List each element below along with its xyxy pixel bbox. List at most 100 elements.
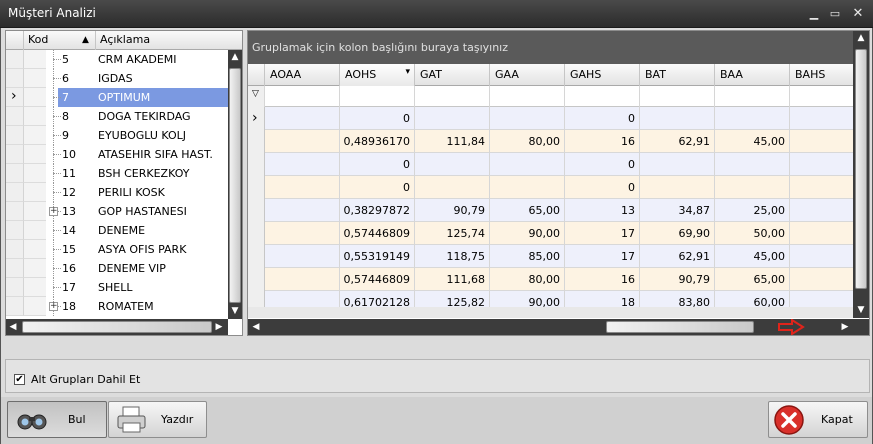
grid-cell[interactable]: 45,00 [715,130,790,153]
grid-cell[interactable]: 50,00 [715,222,790,245]
grid-cell[interactable]: 62,91 [640,130,715,153]
grid-cell[interactable] [265,176,340,199]
grid-cell[interactable]: 0,38297872 [340,199,415,222]
filter-cell[interactable] [340,86,415,107]
tree-hscroll-thumb[interactable] [22,321,212,333]
grid-cell[interactable] [265,130,340,153]
grid-col-header[interactable]: BAT [640,64,715,86]
tree-row[interactable]: 6 IGDAS [6,69,228,88]
filter-cell[interactable] [415,86,490,107]
grid-cell[interactable] [790,130,855,153]
grid-cell[interactable]: 0,48936170 [340,130,415,153]
tree-row[interactable]: 13 GOP HASTANESI + [6,202,228,221]
grid-cell[interactable]: 17 [565,245,640,268]
grid-cell[interactable] [790,153,855,176]
tree-row[interactable]: 5 CRM AKADEMI [6,50,228,69]
grid-cell[interactable]: 118,75 [415,245,490,268]
grid-cell[interactable]: 125,74 [415,222,490,245]
find-button[interactable]: Bul [7,401,107,438]
grid-cell[interactable] [265,199,340,222]
column-filter-icon[interactable]: ▾ [405,61,410,83]
grid-col-header[interactable]: AOAA [265,64,340,86]
scroll-up-icon[interactable]: ▲ [228,52,242,62]
grid-cell[interactable]: 0 [340,107,415,130]
grid-cell[interactable]: 65,00 [715,268,790,291]
grid-row[interactable]: › 0 0 [248,107,855,130]
filter-row[interactable]: ▽ [248,86,855,107]
grid-cell[interactable]: 0,57446809 [340,268,415,291]
grid-cell[interactable] [790,176,855,199]
tree-row[interactable]: 15 ASYA OFIS PARK [6,240,228,259]
grid-cell[interactable] [415,176,490,199]
filter-cell[interactable] [265,86,340,107]
tree-vertical-scrollbar[interactable]: ▲ ▼ [228,50,242,319]
expand-icon[interactable]: + [49,302,58,311]
tree-row[interactable]: 17 SHELL [6,278,228,297]
grid-cell[interactable]: 111,84 [415,130,490,153]
scroll-right-icon[interactable]: ▶ [214,322,224,332]
close-button[interactable]: Kapat [768,401,868,438]
group-panel[interactable]: Gruplamak için kolon başlığını buraya ta… [248,31,853,64]
grid-cell[interactable] [265,153,340,176]
grid-col-header[interactable]: BAHS [790,64,855,86]
include-subgroups-checkbox[interactable]: ✔ [14,374,25,385]
grid-row[interactable]: 0,57446809 111,68 80,00 16 90,79 65,00 [248,268,855,291]
grid-cell[interactable]: 0 [565,153,640,176]
tree-row[interactable]: 12 PERILI KOSK [6,183,228,202]
minimize-button[interactable]: ▁ [808,8,820,20]
grid-horizontal-scrollbar[interactable]: ◀ ▶ [248,319,869,335]
grid-cell[interactable] [790,107,855,130]
grid-cell[interactable]: 25,00 [715,199,790,222]
customer-tree[interactable]: Kod ▲ Açıklama 5 CRM AKADEMI 6 IGDAS 7 OPTIMU… [5,30,243,336]
scroll-left-icon[interactable]: ◀ [8,322,18,332]
filter-cell[interactable] [790,86,855,107]
grid-cell[interactable] [790,199,855,222]
tree-row[interactable]: 10 ATASEHIR SIFA HAST. [6,145,228,164]
tree-vscroll-thumb[interactable] [229,68,241,303]
tree-row[interactable]: 9 EYUBOGLU KOLJ [6,126,228,145]
grid-cell[interactable] [715,176,790,199]
tree-row[interactable]: 7 OPTIMUM › [6,88,228,107]
grid-row[interactable]: 0,38297872 90,79 65,00 13 34,87 25,00 [248,199,855,222]
grid-cell[interactable] [490,107,565,130]
tree-col-aciklama[interactable]: Açıklama [96,31,242,50]
grid-cell[interactable]: 65,00 [490,199,565,222]
grid-cell[interactable] [640,153,715,176]
grid-cell[interactable] [490,176,565,199]
grid-cell[interactable] [715,107,790,130]
tree-row[interactable]: 16 DENEME VIP [6,259,228,278]
tree-row[interactable]: 11 BSH CERKEZKOY [6,164,228,183]
grid-cell[interactable]: 0,57446809 [340,222,415,245]
grid-cell[interactable] [640,107,715,130]
grid-cell[interactable]: 0 [340,176,415,199]
analysis-grid[interactable]: Gruplamak için kolon başlığını buraya ta… [247,30,870,336]
grid-cell[interactable]: 69,90 [640,222,715,245]
grid-vertical-scrollbar[interactable]: ▲ ▼ [853,31,869,318]
grid-col-header[interactable]: AOHS ▾ [340,64,415,86]
scroll-up-icon[interactable]: ▲ [853,33,869,43]
tree-col-kod[interactable]: Kod ▲ [24,31,96,50]
grid-cell[interactable] [265,245,340,268]
filter-cell[interactable] [640,86,715,107]
grid-cell[interactable]: 0 [340,153,415,176]
grid-vscroll-thumb[interactable] [855,49,867,289]
grid-cell[interactable] [415,153,490,176]
grid-cell[interactable]: 45,00 [715,245,790,268]
grid-cell[interactable]: 80,00 [490,268,565,291]
expand-icon[interactable]: + [49,207,58,216]
tree-row[interactable]: 14 DENEME [6,221,228,240]
grid-cell[interactable]: 17 [565,222,640,245]
grid-cell[interactable]: 16 [565,268,640,291]
maximize-button[interactable]: ▭ [829,8,841,20]
grid-row[interactable]: 00 [248,176,855,199]
close-window-button[interactable]: ✕ [852,7,864,20]
tree-row[interactable]: 18 ROMATEM + [6,297,228,316]
filter-cell[interactable] [715,86,790,107]
scroll-down-icon[interactable]: ▼ [853,305,869,315]
grid-cell[interactable] [790,245,855,268]
grid-col-header[interactable]: GAA [490,64,565,86]
grid-cell[interactable] [715,153,790,176]
grid-cell[interactable]: 85,00 [490,245,565,268]
tree-horizontal-scrollbar[interactable]: ◀ ▶ [6,319,228,335]
tree-row[interactable]: 8 DOGA TEKIRDAG [6,107,228,126]
